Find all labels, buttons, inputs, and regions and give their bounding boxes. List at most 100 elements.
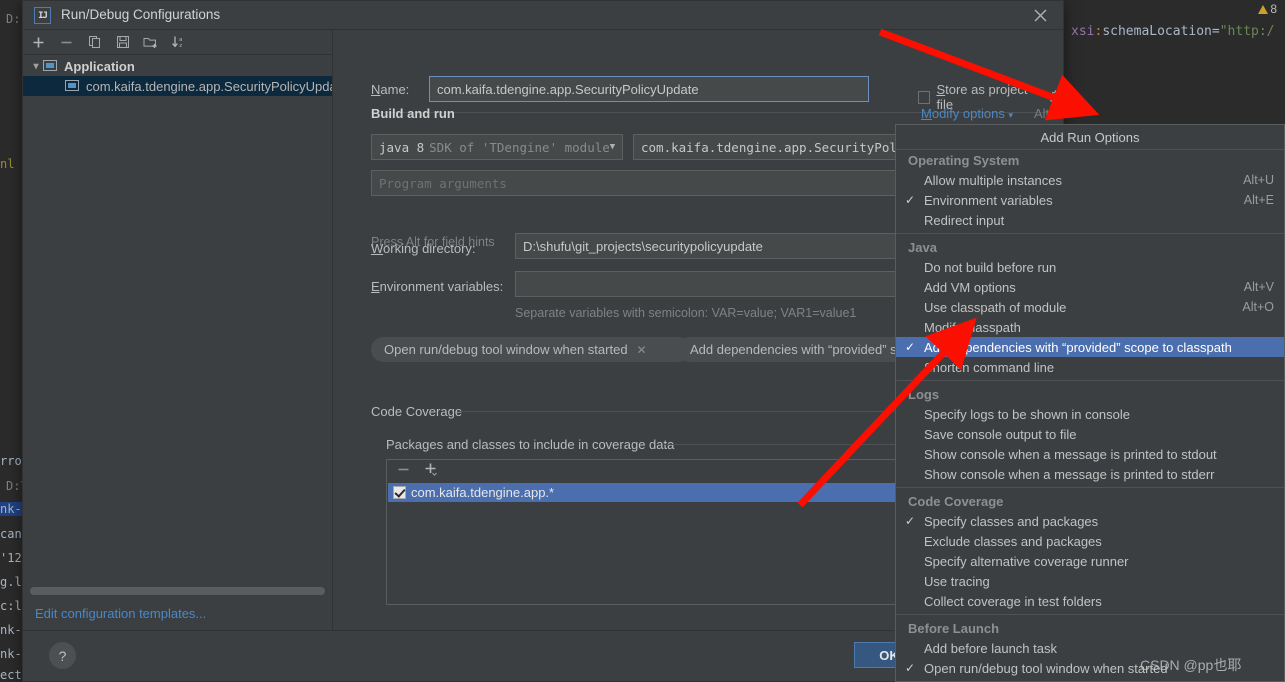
popup-item-shortcut: Alt+U [1243,173,1274,187]
popup-item-environment-variables[interactable]: ✓ Environment variables Alt+E [896,190,1284,210]
bg-snippet: can [0,527,22,541]
logo-text: IJ [38,10,48,21]
popup-item-collect-coverage-test-folders[interactable]: Collect coverage in test folders [896,591,1284,611]
plus-dropdown-icon[interactable] [424,462,439,481]
chip-open-tool-window[interactable]: Open run/debug tool window when started … [371,337,691,362]
screen-root: 8 xsi:schemaLocation="http:/ D: nl rror … [0,0,1285,682]
popup-group-code-coverage: Code Coverage [908,494,1004,509]
popup-item-label: Add VM options [924,279,1016,295]
popup-item-label: Specify alternative coverage runner [924,553,1129,569]
popup-item-label: Allow multiple instances [924,172,1063,188]
check-icon: ✓ [904,661,916,675]
popup-item-show-console-stdout[interactable]: Show console when a message is printed t… [896,444,1284,464]
dialog-title: Run/Debug Configurations [61,7,221,22]
popup-item-label: Collect coverage in test folders [924,593,1102,609]
popup-item-label: Do not build before run [924,259,1057,275]
copy-icon[interactable] [86,34,103,51]
environment-variables-label: Environment variables: [371,279,504,294]
chip-label: Add dependencies with “provided” scop [690,342,918,357]
popup-item-shortcut: Alt+E [1243,193,1274,207]
warning-count: 8 [1270,2,1277,16]
popup-item-modify-classpath[interactable]: Modify classpath [896,317,1284,337]
chevron-down-icon[interactable]: ▼ [610,142,615,152]
code-coverage-group-label: Code Coverage [371,404,469,419]
gear-icon[interactable] [1048,89,1063,105]
modify-options-shortcut: Alt+M [1034,106,1068,121]
popup-item-label: Modify classpath [924,319,1021,335]
popup-item-label: Specify classes and packages [924,513,1099,529]
save-icon[interactable] [114,34,131,51]
popup-separator [896,614,1284,615]
edit-configuration-templates-link[interactable]: Edit configuration templates... [35,606,206,621]
popup-item-label: Add dependencies with “provided” scope t… [924,339,1232,355]
popup-item-use-tracing[interactable]: Use tracing [896,571,1284,591]
popup-group-logs: Logs [908,387,940,402]
popup-item-shortcut: Alt+O [1242,300,1274,314]
popup-item-save-console-output[interactable]: Save console output to file [896,424,1284,444]
popup-group-before-launch: Before Launch [908,621,1000,636]
popup-item-add-vm-options[interactable]: Add VM options Alt+V [896,277,1284,297]
jre-module-note: SDK of 'TDengine' module [429,139,610,155]
chevron-down-icon[interactable]: ▾ [29,61,43,72]
tree-item-label: com.kaifa.tdengine.app.SecurityPolicyUpd… [86,78,332,94]
scrollbar-thumb[interactable] [30,587,325,595]
popup-item-label: Save console output to file [924,426,1077,442]
help-button[interactable]: ? [49,642,76,669]
minus-icon[interactable] [397,463,410,480]
intellij-logo-icon: IJ [34,7,51,24]
sort-az-icon[interactable]: az [170,34,187,51]
popup-item-allow-multiple-instances[interactable]: Allow multiple instances Alt+U [896,170,1284,190]
folder-add-icon[interactable] [142,34,159,51]
popup-item-label: Specify logs to be shown in console [924,406,1130,422]
warning-triangle-icon [1258,5,1269,14]
chip-label: Open run/debug tool window when started [384,342,628,357]
dialog-titlebar: IJ Run/Debug Configurations [23,1,1063,30]
popup-item-add-provided-dependencies[interactable]: ✓ Add dependencies with “provided” scope… [896,337,1284,357]
popup-item-label: Redirect input [924,212,1005,228]
application-config-icon [43,59,59,73]
popup-group-java: Java [908,240,937,255]
popup-item-specify-classes-and-packages[interactable]: ✓ Specify classes and packages [896,511,1284,531]
check-icon: ✓ [904,340,916,354]
popup-item-label: Use classpath of module [924,299,1067,315]
popup-item-do-not-build-before-run[interactable]: Do not build before run [896,257,1284,277]
tree-item-security-policy-update[interactable]: com.kaifa.tdengine.app.SecurityPolicyUpd… [23,76,332,96]
popup-item-label: Use tracing [924,573,990,589]
checkbox-box[interactable] [918,90,931,104]
popup-item-show-settings-before-start[interactable]: Show the run/debug configuration setting… [896,678,1284,682]
close-icon[interactable] [1018,1,1063,29]
jre-value: java 8 [379,139,425,155]
popup-group-operating-system: Operating System [908,153,1020,168]
popup-item-show-console-stderr[interactable]: Show console when a message is printed t… [896,464,1284,484]
name-input[interactable]: com.kaifa.tdengine.app.SecurityPolicyUpd… [429,76,869,102]
configurations-toolbar: az [23,30,332,55]
coverage-row-checkbox[interactable] [393,486,406,499]
check-icon: ✓ [904,193,916,207]
modify-options-link[interactable]: Modify options ▾ [921,106,1013,121]
popup-item-label: Environment variables [924,192,1053,208]
close-icon[interactable]: ✕ [637,343,647,357]
popup-item-alternative-coverage-runner[interactable]: Specify alternative coverage runner [896,551,1284,571]
check-icon: ✓ [904,514,916,528]
application-config-icon [65,79,81,93]
popup-item-redirect-input[interactable]: Redirect input [896,210,1284,230]
popup-item-label: Add before launch task [924,640,1057,656]
plus-icon[interactable] [30,34,47,51]
left-panel-horizontal-scrollbar[interactable] [30,587,325,595]
coverage-row-label: com.kaifa.tdengine.app.* [411,485,555,500]
popup-title: Add Run Options [896,125,1284,150]
build-and-run-title: Build and run [371,106,455,121]
popup-item-exclude-classes-and-packages[interactable]: Exclude classes and packages [896,531,1284,551]
jre-selector[interactable]: java 8 SDK of 'TDengine' module ▼ [371,134,623,160]
packages-group-label: Packages and classes to include in cover… [386,437,681,452]
popup-item-shorten-command-line[interactable]: Shorten command line [896,357,1284,377]
add-run-options-popup: Add Run Options Operating System Allow m… [895,124,1285,682]
popup-separator [896,380,1284,381]
tree-group-application[interactable]: ▾ Application [23,56,332,76]
popup-separator [896,233,1284,234]
popup-item-use-classpath-of-module[interactable]: Use classpath of module Alt+O [896,297,1284,317]
popup-item-label: Show console when a message is printed t… [924,446,1217,462]
inspection-warning-badge[interactable]: 8 [1258,2,1277,16]
minus-icon[interactable] [58,34,75,51]
popup-item-specify-logs[interactable]: Specify logs to be shown in console [896,404,1284,424]
